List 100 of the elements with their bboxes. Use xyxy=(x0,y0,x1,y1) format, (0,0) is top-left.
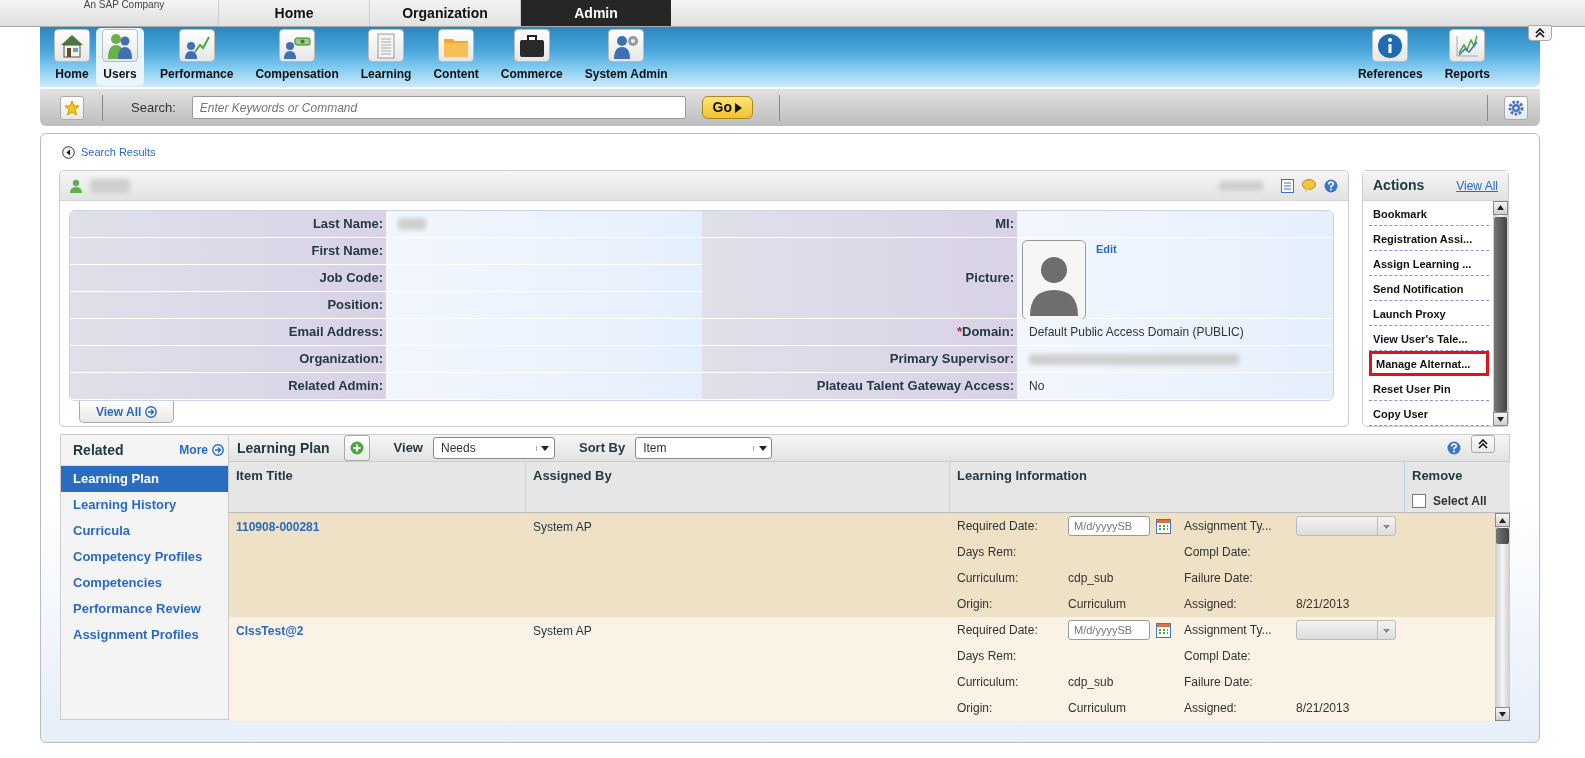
date-field[interactable]: M/d/yyyySB xyxy=(1068,516,1150,536)
related-item[interactable]: Performance Review xyxy=(61,596,228,622)
info-label: Days Rem: xyxy=(957,648,1018,665)
info-label: Required Date: xyxy=(957,622,1039,639)
action-item[interactable]: Send Notification xyxy=(1369,276,1489,301)
info-value: cdp_sub xyxy=(1068,674,1114,691)
date-field[interactable]: M/d/yyyySB xyxy=(1068,620,1150,640)
toolbar-button[interactable]: References xyxy=(1351,28,1429,86)
calendar-icon[interactable] xyxy=(1156,622,1171,638)
settings-icon xyxy=(1508,99,1524,116)
scrollbar[interactable] xyxy=(1493,201,1508,426)
action-item[interactable]: Launch Proxy xyxy=(1369,301,1489,326)
collapse-button[interactable] xyxy=(1471,435,1495,453)
column-header: Item Title xyxy=(236,468,293,483)
related-item[interactable]: Learning Plan xyxy=(61,466,228,492)
action-item[interactable]: Copy User xyxy=(1369,401,1489,426)
action-item[interactable]: Registration Assi... xyxy=(1369,226,1489,251)
collapse-button[interactable] xyxy=(1528,25,1552,41)
field-label: Related Admin: xyxy=(70,373,386,400)
info-label: Days Rem: xyxy=(957,544,1018,561)
item-title-link[interactable]: 110908-000281 xyxy=(236,520,320,534)
view-all-link[interactable]: View All xyxy=(1456,176,1498,195)
toolbar-button[interactable]: System Admin xyxy=(578,28,674,86)
scrollbar-thumb[interactable] xyxy=(1494,216,1507,413)
scroll-down-button[interactable] xyxy=(1493,412,1508,426)
view-dropdown[interactable]: Needs xyxy=(432,437,555,459)
arrow-up-icon xyxy=(1499,517,1506,523)
related-item[interactable]: Competency Profiles xyxy=(61,544,228,570)
field-label: Job Code: xyxy=(70,265,386,292)
caret-down-icon xyxy=(758,445,767,451)
toolbar-button[interactable]: Performance xyxy=(154,28,240,86)
view-all-button[interactable]: View All xyxy=(79,401,175,423)
arrow-right-circle-icon xyxy=(145,405,158,418)
more-link[interactable]: More xyxy=(179,441,224,459)
info-label: Assignment Ty... xyxy=(1184,622,1273,639)
related-item[interactable]: Curricula xyxy=(61,518,228,544)
settings-button[interactable] xyxy=(1504,95,1528,120)
scroll-up-button[interactable] xyxy=(1495,513,1510,527)
field-label: Last Name: xyxy=(70,211,386,238)
table-cell[interactable]: ClssTest@2 xyxy=(229,617,526,721)
scrollbar-thumb[interactable] xyxy=(1496,528,1509,544)
field-label: Position: xyxy=(70,292,386,319)
info-label: Failure Date: xyxy=(1184,570,1254,587)
scroll-down-button[interactable] xyxy=(1495,707,1510,721)
person-icon xyxy=(70,178,82,193)
brand-tagline: An SAP Company xyxy=(83,0,165,10)
toolbar-button[interactable]: Learning xyxy=(354,28,418,86)
info-label: Assignment Ty... xyxy=(1184,518,1273,535)
go-button[interactable]: Go xyxy=(701,96,753,119)
action-item[interactable]: Reset User Pin xyxy=(1369,376,1489,401)
arrow-down-icon xyxy=(1499,711,1506,717)
field-value: Default Public Access Domain (PUBLIC) xyxy=(1017,319,1333,346)
toolbar-button[interactable]: Commerce xyxy=(494,28,569,86)
select-all-checkbox[interactable]: Select All xyxy=(1412,491,1503,510)
related-item[interactable]: Assignment Profiles xyxy=(61,622,228,648)
toolbar-button[interactable]: Compensation xyxy=(249,28,345,86)
arrow-right-circle-icon xyxy=(212,444,224,456)
info-label: Required Date: xyxy=(957,518,1039,535)
sort-label: Sort By xyxy=(578,439,626,458)
info-label: Curriculum: xyxy=(957,674,1020,691)
info-label: Assigned: xyxy=(1184,596,1238,613)
info-value: Curriculum xyxy=(1068,700,1126,717)
search-field[interactable]: Enter Keywords or Command xyxy=(191,96,686,119)
chevron-up-icon xyxy=(1478,439,1488,449)
info-value: Curriculum xyxy=(1068,596,1126,613)
plus-circle-icon xyxy=(349,441,364,455)
info-label: Origin: xyxy=(957,596,994,613)
nav-tab[interactable]: Home xyxy=(218,0,369,26)
field-label: Organization: xyxy=(70,346,386,373)
action-item[interactable]: Assign Learning ... xyxy=(1369,251,1489,276)
play-icon xyxy=(735,102,743,113)
nav-tab[interactable]: Admin xyxy=(520,0,671,26)
toolbar-button[interactable]: Content xyxy=(427,28,485,86)
chevron-up-icon xyxy=(1535,28,1545,38)
sort-dropdown[interactable]: Item xyxy=(635,437,773,459)
search-label: Search: xyxy=(131,98,176,117)
item-title-link[interactable]: ClssTest@2 xyxy=(236,624,304,638)
scroll-up-button[interactable] xyxy=(1493,201,1508,215)
info-label: Origin: xyxy=(957,700,994,717)
help-icon[interactable] xyxy=(1447,441,1461,455)
table-cell[interactable]: 110908-000281 xyxy=(229,513,526,617)
caret-down-icon xyxy=(541,445,550,451)
toolbar-button[interactable]: Home xyxy=(48,28,96,86)
related-item[interactable]: Competencies xyxy=(61,570,228,596)
calendar-icon[interactable] xyxy=(1156,518,1171,534)
related-item[interactable]: Learning History xyxy=(61,492,228,518)
comment-icon xyxy=(1302,179,1316,192)
add-button[interactable] xyxy=(343,435,370,461)
info-label: Compl Date: xyxy=(1184,544,1252,561)
help-icon[interactable] xyxy=(1324,178,1338,193)
action-item[interactable]: Manage Alternat... xyxy=(1369,351,1489,376)
toolbar-button[interactable]: Users xyxy=(96,28,144,86)
breadcrumb-link[interactable]: Search Results xyxy=(81,143,156,161)
edit-link[interactable]: Edit xyxy=(1096,241,1117,258)
bookmark-button[interactable] xyxy=(60,95,84,120)
action-item[interactable]: Bookmark xyxy=(1369,201,1489,226)
toolbar-button[interactable]: Reports xyxy=(1438,28,1496,86)
scrollbar[interactable] xyxy=(1495,513,1510,721)
action-item[interactable]: View User's Tale... xyxy=(1369,326,1489,351)
nav-tab[interactable]: Organization xyxy=(369,0,520,26)
